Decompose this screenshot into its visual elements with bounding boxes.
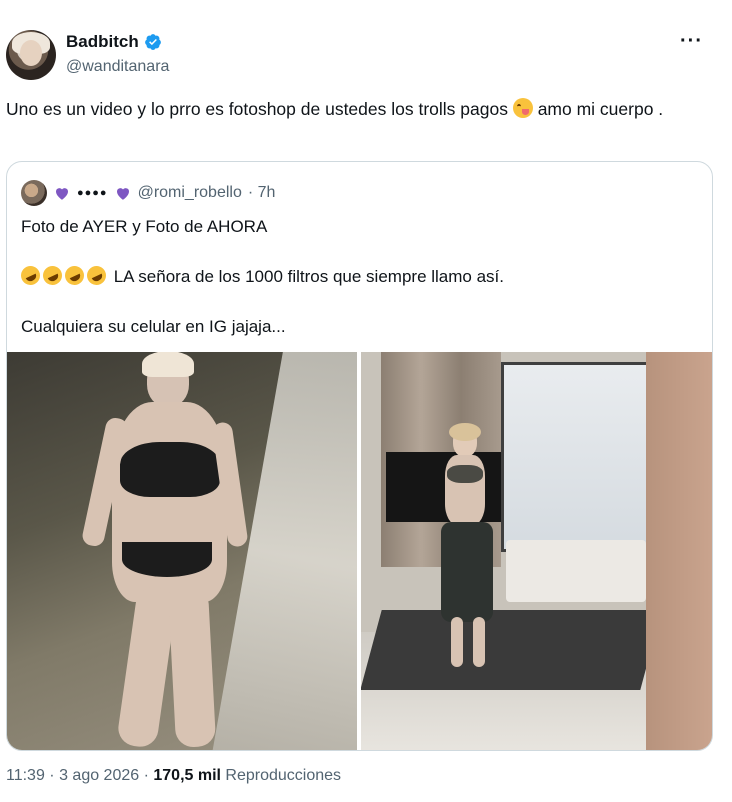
quoted-media [7,352,712,750]
tweet-timestamp[interactable]: 11:39 · 3 ago 2026 · [6,767,153,784]
more-options-icon[interactable]: ··· [680,30,703,53]
rofl-emoji-icon [17,262,44,289]
quoted-time[interactable]: · 7h [248,184,276,202]
rofl-emoji-icon [61,262,88,289]
author-handle[interactable]: @wanditanara [66,58,169,76]
tweet-text: Uno es un video y lo prro es fotoshop de… [6,96,706,122]
quoted-tweet[interactable]: ●●●● @romi_robello · 7h Foto de AYER y F… [6,161,713,751]
rofl-emoji-icon [83,262,110,289]
decorative-dots-icon: ●●●● [77,187,108,199]
quoted-handle[interactable]: @romi_robello [138,184,242,202]
person-figure [80,352,249,750]
beach-photo[interactable] [7,352,357,750]
rofl-emoji-icon [39,262,66,289]
author-avatar[interactable] [6,30,56,80]
person-figure [433,423,503,667]
mirror-selfie-photo[interactable] [361,352,712,750]
purple-heart-icon [56,188,68,200]
quoted-text: Foto de AYER y Foto de AHORA LA señora d… [17,214,701,339]
quoted-line-2: LA señora de los 1000 filtros que siempr… [17,262,701,289]
tweet-footer: 11:39 · 3 ago 2026 · 170,5 mil Reproducc… [6,767,341,785]
purple-heart-icon [116,188,129,200]
tweet: Badbitch @wanditanara ··· Uno es un vide… [0,0,732,802]
views-label: Reproducciones [220,767,342,784]
quoted-avatar[interactable] [21,180,47,206]
views-count: 170,5 mil [153,767,221,784]
quoted-line-3: Cualquiera su celular en IG jajaja... [21,317,286,336]
face-savoring-food-emoji-icon [512,98,533,118]
tweet-text-part1: Uno es un video y lo prro es fotoshop de… [6,99,513,119]
author-display-name[interactable]: Badbitch [66,32,139,52]
quoted-line-2-text: LA señora de los 1000 filtros que siempr… [109,267,504,286]
verified-badge-icon [144,34,161,50]
tweet-text-part2: amo mi cuerpo . [532,99,664,119]
quoted-line-1: Foto de AYER y Foto de AHORA [21,217,268,236]
quoted-header: ●●●● @romi_robello · 7h [21,180,275,206]
author-name-row[interactable]: Badbitch [66,32,162,52]
